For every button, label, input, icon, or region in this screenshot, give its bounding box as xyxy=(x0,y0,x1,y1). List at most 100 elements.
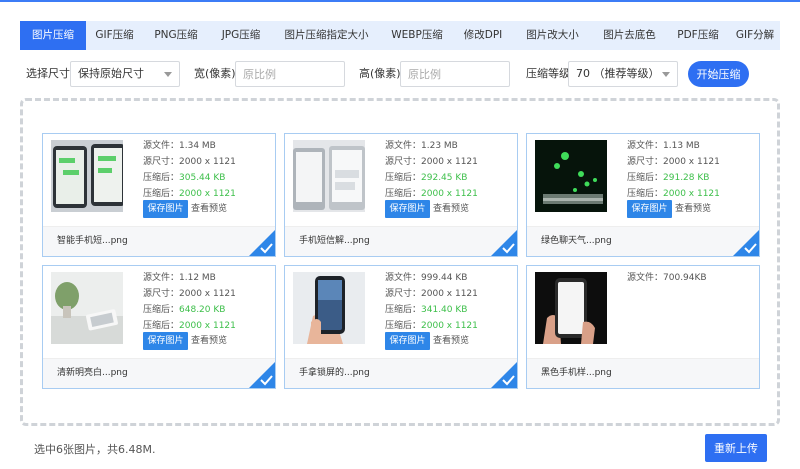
source-dimensions: 2000 x 1121 xyxy=(179,157,236,167)
source-size-label: 源尺寸： xyxy=(627,157,664,167)
file-card: 源文件：1.13 MB 源尺寸：2000 x 1121 压缩后：291.28 K… xyxy=(526,133,760,257)
file-name: 手机短信解...png xyxy=(299,236,370,246)
height-input[interactable] xyxy=(400,61,510,87)
top-accent-line xyxy=(0,0,800,2)
compressed-dimensions: 2000 x 1121 xyxy=(179,321,236,331)
file-card-footer: 智能手机短...png xyxy=(43,226,275,256)
file-card-footer: 手机短信解...png xyxy=(285,226,517,256)
compressed-dimensions: 2000 x 1121 xyxy=(421,321,478,331)
tab-compress-to-size[interactable]: 图片压缩指定大小 xyxy=(273,21,380,50)
tab-gif-split[interactable]: GIF分解 xyxy=(730,21,780,50)
tab-pdf-compress[interactable]: PDF压缩 xyxy=(666,21,730,50)
compressed-file-size: 341.40 KB xyxy=(421,305,468,315)
source-file-label: 源文件： xyxy=(143,141,180,151)
file-name: 黑色手机样...png xyxy=(541,368,612,378)
chevron-down-icon xyxy=(164,72,172,77)
level-label: 压缩等级 xyxy=(526,67,570,80)
source-dimensions: 2000 x 1121 xyxy=(421,157,478,167)
source-file-size: 1.13 MB xyxy=(663,141,700,151)
file-info: 源文件：700.94KB xyxy=(627,270,757,286)
compressed-label: 压缩后： xyxy=(143,305,180,315)
check-icon xyxy=(491,362,517,388)
file-thumbnail xyxy=(51,272,123,344)
file-thumbnail xyxy=(535,272,607,344)
size-label: 选择尺寸 xyxy=(26,67,70,80)
save-image-button[interactable]: 保存图片 xyxy=(143,332,188,350)
file-card-footer: 手拿锁屏的...png xyxy=(285,358,517,388)
upload-dropzone[interactable]: 源文件：1.34 MB 源尺寸：2000 x 1121 压缩后：305.44 K… xyxy=(20,98,780,426)
compressed-label: 压缩后： xyxy=(143,173,180,183)
file-info: 源文件：1.34 MB 源尺寸：2000 x 1121 压缩后：305.44 K… xyxy=(143,138,273,202)
selection-summary: 选中6张图片，共6.48M. xyxy=(34,443,156,456)
file-card: 源文件：700.94KB 黑色手机样...png xyxy=(526,265,760,389)
view-preview-link[interactable]: 查看预览 xyxy=(675,200,711,218)
size-select-value: 保持原始尺寸 xyxy=(78,67,144,80)
tab-resize-image[interactable]: 图片改大小 xyxy=(512,21,593,50)
tool-tabs: 图片压缩 GIF压缩 PNG压缩 JPG压缩 图片压缩指定大小 WEBP压缩 修… xyxy=(20,21,780,50)
compressed-size-label: 压缩后： xyxy=(385,189,422,199)
file-name: 手拿锁屏的...png xyxy=(299,368,370,378)
source-file-size: 1.23 MB xyxy=(421,141,458,151)
file-name: 绿色聊天气...png xyxy=(541,236,612,246)
compressed-file-size: 291.28 KB xyxy=(663,173,710,183)
view-preview-link[interactable]: 查看预览 xyxy=(433,200,469,218)
file-info: 源文件：1.13 MB 源尺寸：2000 x 1121 压缩后：291.28 K… xyxy=(627,138,757,202)
file-thumbnail xyxy=(535,140,607,212)
level-select-value: 70 （推荐等级） xyxy=(576,67,660,80)
save-image-button[interactable]: 保存图片 xyxy=(143,200,188,218)
tab-remove-background[interactable]: 图片去底色 xyxy=(593,21,666,50)
check-icon xyxy=(249,230,275,256)
save-image-button[interactable]: 保存图片 xyxy=(385,200,430,218)
source-dimensions: 2000 x 1121 xyxy=(421,289,478,299)
compressed-dimensions: 2000 x 1121 xyxy=(421,189,478,199)
tab-jpg-compress[interactable]: JPG压缩 xyxy=(209,21,273,50)
compressed-size-label: 压缩后： xyxy=(143,321,180,331)
source-size-label: 源尺寸： xyxy=(143,157,180,167)
file-thumbnail xyxy=(293,272,365,344)
file-thumbnail xyxy=(293,140,365,212)
source-file-label: 源文件： xyxy=(627,273,664,283)
tab-image-compress[interactable]: 图片压缩 xyxy=(20,21,86,50)
compressed-label: 压缩后： xyxy=(627,173,664,183)
source-file-label: 源文件： xyxy=(143,273,180,283)
reupload-button[interactable]: 重新上传 xyxy=(705,434,767,462)
compressed-file-size: 305.44 KB xyxy=(179,173,226,183)
tab-webp-compress[interactable]: WEBP压缩 xyxy=(380,21,454,50)
height-label: 高(像素) xyxy=(359,67,401,80)
compressed-dimensions: 2000 x 1121 xyxy=(663,189,720,199)
source-file-size: 1.34 MB xyxy=(179,141,216,151)
file-card: 源文件：1.12 MB 源尺寸：2000 x 1121 压缩后：648.20 K… xyxy=(42,265,276,389)
tab-gif-compress[interactable]: GIF压缩 xyxy=(86,21,143,50)
compressed-label: 压缩后： xyxy=(385,305,422,315)
source-dimensions: 2000 x 1121 xyxy=(179,289,236,299)
source-size-label: 源尺寸： xyxy=(143,289,180,299)
file-thumbnail xyxy=(51,140,123,212)
source-file-label: 源文件： xyxy=(627,141,664,151)
view-preview-link[interactable]: 查看预览 xyxy=(191,200,227,218)
compressed-file-size: 292.45 KB xyxy=(421,173,468,183)
source-size-label: 源尺寸： xyxy=(385,157,422,167)
source-dimensions: 2000 x 1121 xyxy=(663,157,720,167)
compressed-size-label: 压缩后： xyxy=(385,321,422,331)
compressed-file-size: 648.20 KB xyxy=(179,305,226,315)
start-compress-button[interactable]: 开始压缩 xyxy=(688,61,749,87)
file-card-footer: 绿色聊天气...png xyxy=(527,226,759,256)
compressed-dimensions: 2000 x 1121 xyxy=(179,189,236,199)
file-card: 源文件：1.23 MB 源尺寸：2000 x 1121 压缩后：292.45 K… xyxy=(284,133,518,257)
size-select[interactable]: 保持原始尺寸 xyxy=(70,61,180,87)
width-input[interactable] xyxy=(235,61,345,87)
save-image-button[interactable]: 保存图片 xyxy=(385,332,430,350)
file-info: 源文件：999.44 KB 源尺寸：2000 x 1121 压缩后：341.40… xyxy=(385,270,515,334)
file-card: 源文件：999.44 KB 源尺寸：2000 x 1121 压缩后：341.40… xyxy=(284,265,518,389)
file-info: 源文件：1.23 MB 源尺寸：2000 x 1121 压缩后：292.45 K… xyxy=(385,138,515,202)
tab-change-dpi[interactable]: 修改DPI xyxy=(454,21,512,50)
check-icon xyxy=(249,362,275,388)
view-preview-link[interactable]: 查看预览 xyxy=(433,332,469,350)
level-select[interactable]: 70 （推荐等级） xyxy=(568,61,678,87)
save-image-button[interactable]: 保存图片 xyxy=(627,200,672,218)
width-label: 宽(像素) xyxy=(194,67,236,80)
view-preview-link[interactable]: 查看预览 xyxy=(191,332,227,350)
options-row: 选择尺寸 保持原始尺寸 宽(像素) 高(像素) 压缩等级 70 （推荐等级） 开… xyxy=(0,61,800,87)
tab-png-compress[interactable]: PNG压缩 xyxy=(143,21,209,50)
source-file-label: 源文件： xyxy=(385,273,422,283)
